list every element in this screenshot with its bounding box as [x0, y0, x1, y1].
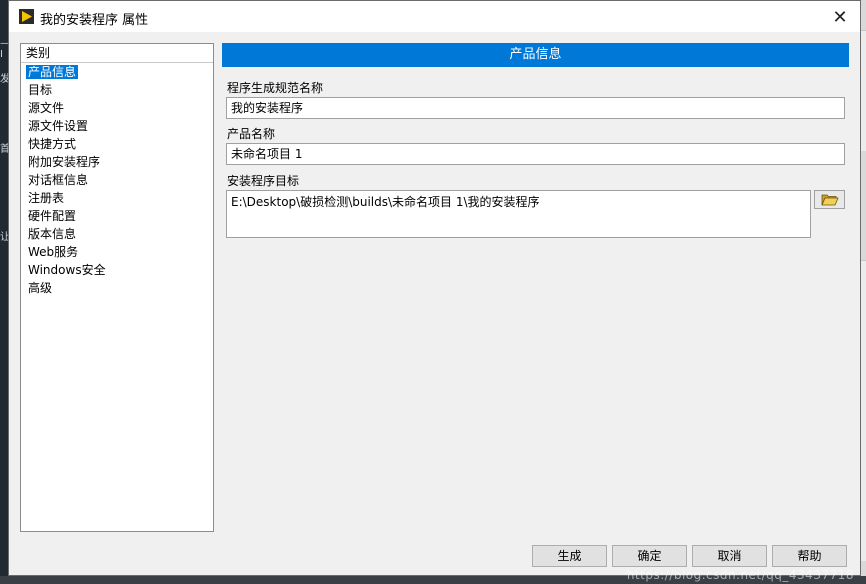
product-name-field[interactable]: 未命名项目 1 — [226, 143, 845, 165]
category-item-advanced[interactable]: 高级 — [21, 279, 213, 297]
section-header: 产品信息 — [222, 43, 849, 67]
labview-arrow-icon — [19, 9, 34, 24]
category-item-source-files[interactable]: 源文件 — [21, 99, 213, 117]
category-list-panel: 类别 产品信息 目标 源文件 源文件设置 快捷方式 附加安装程序 对话框信息 注… — [20, 43, 214, 532]
build-spec-name-field[interactable]: 我的安装程序 — [226, 97, 845, 119]
category-list: 产品信息 目标 源文件 源文件设置 快捷方式 附加安装程序 对话框信息 注册表 … — [21, 63, 213, 297]
help-button[interactable]: 帮助 — [772, 545, 847, 567]
category-item-additional-installers[interactable]: 附加安装程序 — [21, 153, 213, 171]
properties-dialog: 我的安装程序 属性 ✕ 类别 产品信息 目标 源文件 源文件设置 快捷方式 附加… — [8, 0, 861, 576]
browse-folder-button[interactable] — [814, 190, 845, 209]
installer-destination-label: 安装程序目标 — [227, 174, 300, 188]
ok-button[interactable]: 确定 — [612, 545, 687, 567]
cancel-button[interactable]: 取消 — [692, 545, 767, 567]
close-icon[interactable]: ✕ — [828, 5, 852, 29]
build-spec-label: 程序生成规范名称 — [227, 81, 324, 95]
category-item-destinations[interactable]: 目标 — [21, 81, 213, 99]
category-item-dialog-info[interactable]: 对话框信息 — [21, 171, 213, 189]
folder-open-icon — [820, 194, 839, 206]
installer-destination-field[interactable]: E:\Desktop\破损检测\builds\未命名项目 1\我的安装程序 — [226, 190, 811, 238]
category-item-product-info[interactable]: 产品信息 — [21, 63, 213, 81]
category-item-shortcuts[interactable]: 快捷方式 — [21, 135, 213, 153]
category-item-version-info[interactable]: 版本信息 — [21, 225, 213, 243]
watermark-text: https://blog.csdn.net/qq_43437718 — [626, 568, 854, 582]
window-title: 我的安装程序 属性 — [40, 13, 149, 28]
title-bar: 我的安装程序 属性 ✕ — [9, 1, 860, 32]
category-item-web-services[interactable]: Web服务 — [21, 243, 213, 261]
category-item-hardware-config[interactable]: 硬件配置 — [21, 207, 213, 225]
category-item-registry[interactable]: 注册表 — [21, 189, 213, 207]
product-name-label: 产品名称 — [227, 127, 276, 141]
category-item-source-file-settings[interactable]: 源文件设置 — [21, 117, 213, 135]
build-button[interactable]: 生成 — [532, 545, 607, 567]
category-header: 类别 — [21, 44, 213, 63]
category-item-windows-security[interactable]: Windows安全 — [21, 261, 213, 279]
